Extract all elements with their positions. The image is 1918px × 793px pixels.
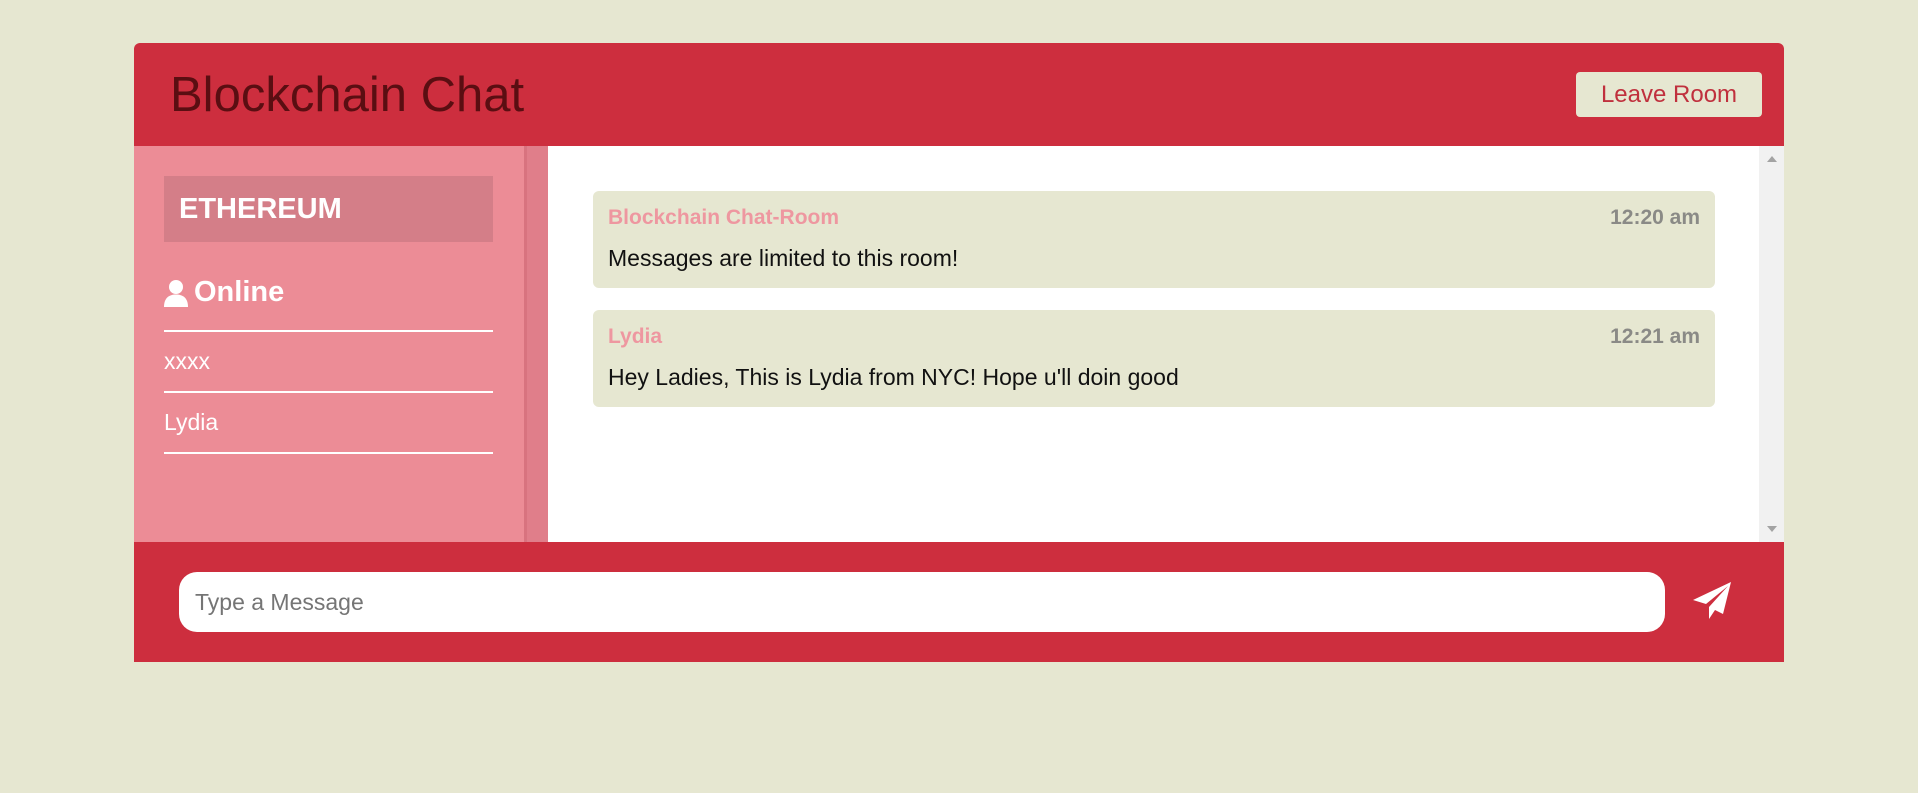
room-name: ETHEREUM (179, 193, 342, 225)
message-text: Hey Ladies, This is Lydia from NYC! Hope… (608, 364, 1179, 390)
room-title-box: ETHEREUM (164, 176, 493, 242)
message-author: Lydia (608, 325, 663, 348)
scroll-up-arrow-icon[interactable] (1767, 156, 1777, 162)
chat-main: ETHEREUM Online xxxx Lydia Blockchain Ch… (134, 146, 1784, 542)
paper-plane-icon (1693, 582, 1731, 619)
message-item: Blockchain Chat-Room 12:20 am Messages a… (593, 191, 1715, 288)
user-list-item: Lydia (164, 409, 219, 435)
user-list-item: xxxx (164, 348, 210, 374)
online-user-list: xxxx Lydia (164, 330, 493, 454)
message-item: Lydia 12:21 am Hey Ladies, This is Lydia… (593, 310, 1715, 407)
message-time: 12:21 am (1610, 325, 1700, 348)
user-icon (164, 279, 188, 307)
online-label: Online (194, 276, 285, 308)
message-time: 12:20 am (1610, 206, 1700, 229)
app-title: Blockchain Chat (170, 68, 525, 122)
divider (164, 452, 493, 454)
message-author: Blockchain Chat-Room (608, 206, 840, 229)
sidebar-scroll-track[interactable] (524, 146, 548, 542)
chat-app: Blockchain Chat Leave Room ETHEREUM Onli… (134, 43, 1784, 662)
message-text: Messages are limited to this room! (608, 245, 959, 271)
leave-room-button[interactable]: Leave Room (1576, 72, 1762, 117)
online-users-heading: Online (164, 276, 284, 309)
message-input[interactable] (179, 572, 1665, 632)
send-button[interactable] (1681, 570, 1743, 632)
message-composer (134, 542, 1784, 662)
chat-sidebar: ETHEREUM Online xxxx Lydia (134, 146, 524, 542)
chat-header: Blockchain Chat Leave Room (134, 43, 1784, 146)
message-panel: Blockchain Chat-Room 12:20 am Messages a… (548, 146, 1759, 542)
message-scrollbar[interactable] (1759, 146, 1784, 542)
scroll-down-arrow-icon[interactable] (1767, 526, 1777, 532)
